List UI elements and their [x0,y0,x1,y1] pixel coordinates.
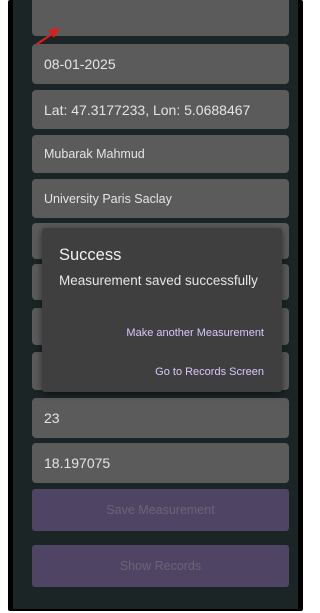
location-field[interactable]: Lat: 47.3177233, Lon: 5.0688467 [32,90,289,129]
show-records-button[interactable]: Show Records [32,545,289,587]
value-field-1[interactable]: 23 [32,398,289,438]
success-dialog: Success Measurement saved successfully M… [42,228,282,392]
value-field-2[interactable]: 18.197075 [32,443,289,483]
dialog-message: Measurement saved successfully [59,273,258,288]
date-field[interactable]: 08-01-2025 [32,44,289,84]
name-field[interactable]: Mubarak Mahmud [32,135,289,173]
save-measurement-button[interactable]: Save Measurement [32,489,289,531]
dialog-title: Success [59,246,122,264]
go-to-records-button[interactable]: Go to Records Screen [155,366,264,378]
make-another-measurement-button[interactable]: Make another Measurement [126,327,264,339]
top-field-partial[interactable] [32,0,289,36]
institution-field[interactable]: University Paris Saclay [32,179,289,218]
red-arrow-icon [35,28,59,46]
